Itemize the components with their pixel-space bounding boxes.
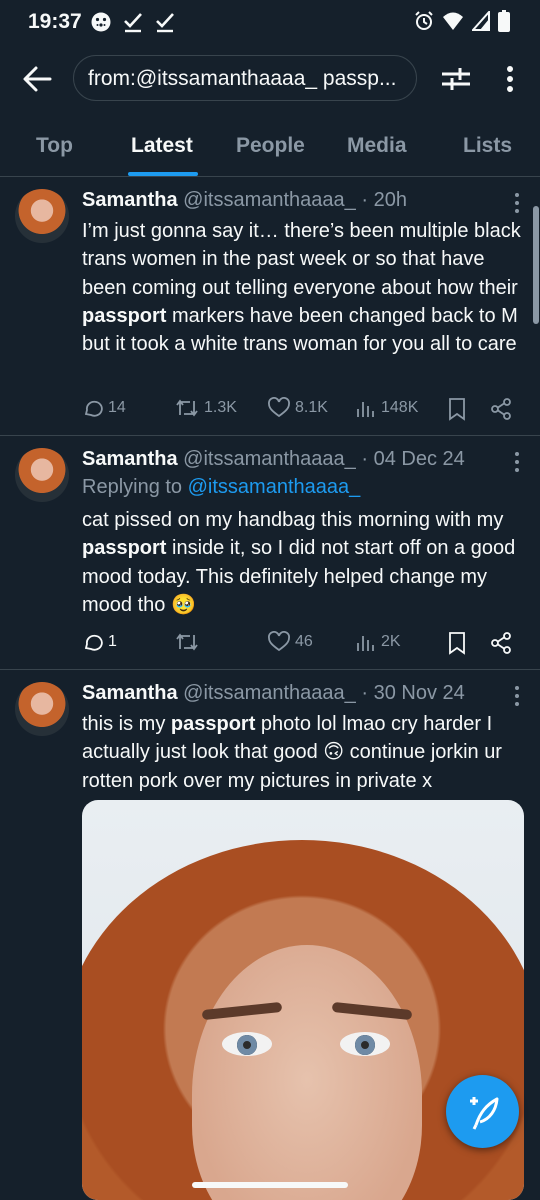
like-icon xyxy=(268,631,290,652)
tab-latest[interactable]: Latest xyxy=(131,134,193,158)
signal-icon xyxy=(472,11,490,31)
like-button[interactable]: 46 xyxy=(267,631,313,653)
reply-button[interactable]: 1 xyxy=(82,631,117,653)
tweet-text: I’m just gonna say it… there’s been mult… xyxy=(82,220,521,356)
reply-count: 14 xyxy=(108,399,126,416)
views-button[interactable]: 2K xyxy=(355,631,401,653)
tweet-more-icon[interactable] xyxy=(514,685,520,707)
tweet-actions: 14 1.3K 8.1K 148K xyxy=(82,397,522,423)
views-button[interactable]: 148K xyxy=(355,397,418,419)
tweet[interactable]: Samantha @itssamanthaaaa_ · 20h I’m just… xyxy=(0,177,540,436)
reply-count: 1 xyxy=(108,633,117,650)
bookmark-icon[interactable] xyxy=(447,397,467,421)
filter-icon[interactable] xyxy=(440,64,472,94)
views-icon xyxy=(357,636,374,651)
retweet-button[interactable] xyxy=(174,631,204,653)
views-icon xyxy=(357,402,374,417)
author-handle[interactable]: @itssamanthaaaa_ xyxy=(183,448,356,470)
tweet-header: Samantha @itssamanthaaaa_ · 04 Dec 24 xyxy=(82,448,465,471)
tweet-more-icon[interactable] xyxy=(514,451,520,473)
search-highlight: passport xyxy=(170,713,256,735)
share-icon[interactable] xyxy=(490,631,512,655)
tweet-text: this is my passport photo lol lmao cry h… xyxy=(82,713,502,792)
tweet-time: · 04 Dec 24 xyxy=(361,448,465,470)
like-count: 46 xyxy=(295,633,313,650)
active-tab-indicator xyxy=(128,172,198,176)
tab-lists[interactable]: Lists xyxy=(463,134,512,158)
like-count: 8.1K xyxy=(295,399,328,416)
retweet-count: 1.3K xyxy=(204,399,237,416)
author-handle[interactable]: @itssamanthaaaa_ xyxy=(183,189,356,211)
status-time: 19:37 xyxy=(28,10,82,33)
more-vertical-icon[interactable] xyxy=(500,64,520,94)
tweet-time: · 20h xyxy=(361,189,407,211)
tab-media[interactable]: Media xyxy=(347,134,407,158)
compose-icon xyxy=(470,1097,499,1130)
photo-eye xyxy=(222,1032,272,1056)
search-input[interactable]: from:@itssamanthaaaa_ passp... xyxy=(73,55,417,101)
search-header: from:@itssamanthaaaa_ passp... xyxy=(0,50,540,110)
reply-button[interactable]: 14 xyxy=(82,397,126,419)
author-name[interactable]: Samantha xyxy=(82,448,178,470)
replying-to-link[interactable]: @itssamanthaaaa_ xyxy=(188,476,361,498)
bookmark-icon[interactable] xyxy=(447,631,467,655)
status-bar: 19:37 xyxy=(0,0,540,44)
compose-button[interactable] xyxy=(446,1075,519,1148)
tweet-actions: 1 46 2K xyxy=(82,631,522,657)
tweet[interactable]: Samantha @itssamanthaaaa_ · 04 Dec 24 Re… xyxy=(0,436,540,670)
view-count: 148K xyxy=(381,399,419,416)
system-icons xyxy=(414,10,510,32)
home-indicator[interactable] xyxy=(192,1182,348,1188)
search-tabs: Top Latest People Media Lists xyxy=(0,120,540,177)
view-count: 2K xyxy=(381,633,401,650)
reply-icon xyxy=(84,400,103,417)
tab-people[interactable]: People xyxy=(236,134,305,158)
author-name[interactable]: Samantha xyxy=(82,189,178,211)
tweet-more-icon[interactable] xyxy=(514,192,520,214)
battery-icon xyxy=(498,10,510,32)
app-notification-icon xyxy=(91,12,111,32)
avatar[interactable] xyxy=(15,682,69,736)
check-icon xyxy=(156,13,174,33)
like-icon xyxy=(268,397,290,418)
wifi-icon xyxy=(443,12,463,30)
replying-to: Replying to @itssamanthaaaa_ xyxy=(82,476,361,498)
tweet-header: Samantha @itssamanthaaaa_ · 30 Nov 24 xyxy=(82,682,465,705)
tweet-text: cat pissed on my handbag this morning wi… xyxy=(82,509,516,616)
like-button[interactable]: 8.1K xyxy=(267,397,328,419)
avatar[interactable] xyxy=(15,189,69,243)
tweet-header: Samantha @itssamanthaaaa_ · 20h xyxy=(82,189,407,212)
retweet-icon xyxy=(176,399,198,417)
reply-icon xyxy=(84,634,103,651)
back-arrow-icon[interactable] xyxy=(20,64,54,94)
tweet-time: · 30 Nov 24 xyxy=(361,682,465,704)
retweet-icon xyxy=(176,633,198,651)
notification-icons xyxy=(90,11,176,33)
retweet-button[interactable]: 1.3K xyxy=(174,397,237,419)
avatar[interactable] xyxy=(15,448,69,502)
search-highlight: passport xyxy=(82,304,167,327)
photo-eye xyxy=(340,1032,390,1056)
share-icon[interactable] xyxy=(490,397,512,421)
alarm-icon xyxy=(415,11,433,30)
search-highlight: passport xyxy=(82,537,167,560)
author-handle[interactable]: @itssamanthaaaa_ xyxy=(183,682,356,704)
author-name[interactable]: Samantha xyxy=(82,682,178,704)
check-icon xyxy=(124,13,142,33)
tab-top[interactable]: Top xyxy=(36,134,73,158)
